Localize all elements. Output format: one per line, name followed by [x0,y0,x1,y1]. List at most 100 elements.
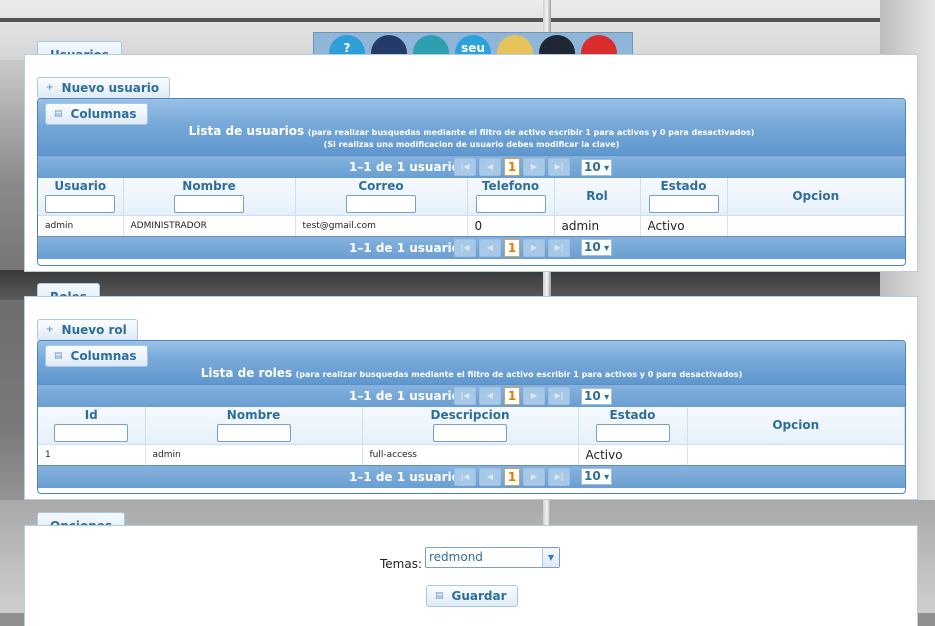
filter-nombre-input[interactable] [174,195,244,213]
page-input[interactable]: 1 [504,238,520,257]
col-correo[interactable]: Correo [295,178,468,216]
cell-opcion [727,215,905,236]
cell-estado: Activo [578,444,688,465]
rows-per-page-select[interactable]: 10 [581,158,613,176]
last-page-icon[interactable]: ▶| [548,158,570,176]
users-columns-label: Columnas [70,107,137,121]
col-nombre[interactable]: Nombre [145,407,363,445]
roles-grid: ▤ Columnas Lista de roles (para realizar… [37,340,906,494]
roles-grid-title: Lista de roles [200,366,293,380]
users-grid-note: (Si realizas una modificacion de usuario… [323,140,620,149]
first-page-icon[interactable]: |◀ [454,467,476,486]
cell-telefono: 0 [467,215,555,236]
col-telefono[interactable]: Telefono [467,178,555,216]
new-role-label: Nuevo rol [61,323,127,337]
prev-page-icon[interactable]: ◀ [479,238,501,257]
page-input[interactable]: 1 [504,387,520,405]
pager-info: 1–1 de 1 usuarios [348,240,467,255]
col-id[interactable]: Id [38,407,146,445]
roles-panel: + Nuevo rol ▤ Columnas Lista de roles (p… [24,296,918,500]
rows-per-page-select[interactable]: 10 [581,387,613,405]
chevron-down-icon[interactable]: ▼ [542,548,559,567]
next-page-icon[interactable]: ▶ [523,467,545,486]
filter-telefono-input[interactable] [475,195,546,213]
users-grid-header: ▤ Columnas Lista de usuarios (para reali… [38,99,905,155]
rows-per-page-select[interactable]: 10 [581,468,613,485]
col-estado[interactable]: Estado [578,407,688,445]
plus-icon: + [46,325,54,335]
cell-usuario: admin [38,215,124,236]
filter-estado-input[interactable] [648,195,719,213]
col-estado[interactable]: Estado [640,178,728,216]
rows-per-page-select[interactable]: 10 [581,239,613,256]
save-button[interactable]: ▤ Guardar [426,585,518,607]
cell-rol: admin [554,215,641,236]
last-page-icon[interactable]: ▶| [548,387,570,405]
prev-page-icon[interactable]: ◀ [479,387,501,405]
new-role-button[interactable]: + Nuevo rol [37,319,138,341]
roles-grid-header: ▤ Columnas Lista de roles (para realizar… [38,341,905,384]
pager-info: 1–1 de 1 usuarios [348,389,467,403]
col-usuario[interactable]: Usuario [38,178,124,216]
filter-descripcion-input[interactable] [433,424,507,442]
filter-id-input[interactable] [54,424,129,442]
filter-usuario-input[interactable] [45,195,116,213]
prev-page-icon[interactable]: ◀ [479,158,501,176]
cell-nombre: ADMINISTRADOR [123,215,296,236]
users-pager-top: 1–1 de 1 usuarios |◀ ◀ 1 ▶ ▶| 10 [38,155,905,178]
page-input[interactable]: 1 [504,467,520,486]
users-table: Usuario Nombre Correo Telefono Rol Estad… [38,178,905,236]
columns-icon: ▤ [54,351,63,361]
users-pager-bottom: 1–1 de 1 usuarios |◀ ◀ 1 ▶ ▶| 10 [38,235,905,259]
table-row[interactable]: 1 admin full-access Activo [38,444,905,465]
table-row[interactable]: admin ADMINISTRADOR test@gmail.com 0 adm… [38,215,905,236]
col-descripcion[interactable]: Descripcion [362,407,579,445]
last-page-icon[interactable]: ▶| [548,238,570,257]
col-nombre[interactable]: Nombre [123,178,296,216]
filter-estado-input[interactable] [595,424,670,442]
new-user-button[interactable]: + Nuevo usuario [37,77,171,99]
roles-grid-hint: (para realizar busquedas mediante el fil… [295,370,743,379]
cell-descripcion: full-access [362,444,579,465]
pager-info: 1–1 de 1 usuarios [348,469,467,484]
theme-select[interactable]: redmond ▼ [425,547,560,568]
roles-table: Id Nombre Descripcion Estado Opcion 1 ad… [38,407,905,465]
theme-label: Temas: [380,557,423,571]
cell-estado: Activo [640,215,728,236]
filter-nombre-input[interactable] [216,424,291,442]
cell-opcion [687,444,905,465]
last-page-icon[interactable]: ▶| [548,467,570,486]
col-opcion: Opcion [727,178,905,216]
filter-correo-input[interactable] [346,195,416,213]
first-page-icon[interactable]: |◀ [454,158,476,176]
cell-correo: test@gmail.com [295,215,468,236]
roles-columns-label: Columnas [70,349,137,363]
theme-value: redmond [429,550,483,564]
first-page-icon[interactable]: |◀ [454,238,476,257]
prev-page-icon[interactable]: ◀ [479,467,501,486]
users-columns-button[interactable]: ▤ Columnas [45,103,148,125]
next-page-icon[interactable]: ▶ [523,158,545,176]
roles-columns-button[interactable]: ▤ Columnas [45,345,148,367]
new-user-label: Nuevo usuario [61,81,160,95]
users-grid: ▤ Columnas Lista de usuarios (para reali… [37,98,906,266]
users-grid-title: Lista de usuarios [188,124,305,138]
columns-icon: ▤ [54,109,63,119]
cell-nombre: admin [145,444,363,465]
pager-info: 1–1 de 1 usuarios [348,160,467,174]
col-rol[interactable]: Rol [554,178,641,216]
roles-pager-top: 1–1 de 1 usuarios |◀ ◀ 1 ▶ ▶| 10 [38,384,905,407]
users-panel: + Nuevo usuario ▤ Columnas Lista de usua… [24,54,918,272]
next-page-icon[interactable]: ▶ [523,238,545,257]
options-panel [24,525,918,626]
first-page-icon[interactable]: |◀ [454,387,476,405]
next-page-icon[interactable]: ▶ [523,387,545,405]
col-opcion: Opcion [687,407,905,445]
roles-pager-bottom: 1–1 de 1 usuarios |◀ ◀ 1 ▶ ▶| 10 [38,464,905,488]
users-grid-hint: (para realizar busquedas mediante el fil… [307,128,755,137]
cell-id: 1 [38,444,146,465]
page-input[interactable]: 1 [504,158,520,176]
plus-icon: + [46,83,54,93]
save-label: Guardar [451,589,507,603]
save-icon: ▤ [435,591,444,601]
